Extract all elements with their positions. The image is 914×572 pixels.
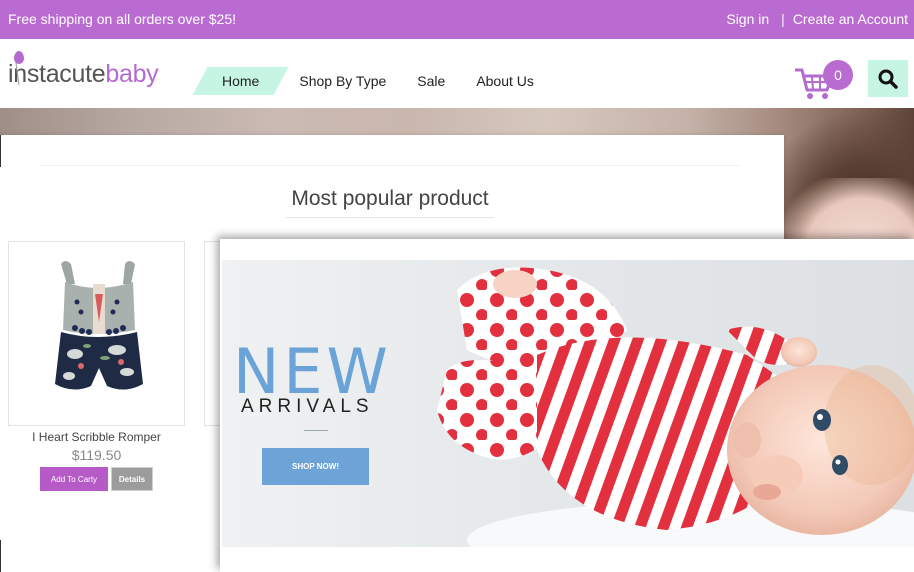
cart-count-badge: 0 — [823, 60, 853, 90]
details-button[interactable]: Details — [111, 467, 153, 491]
sign-in-link[interactable]: Sign in — [726, 11, 769, 27]
section-title: Most popular product — [291, 187, 489, 210]
nav-item-about-us[interactable]: About Us — [476, 73, 534, 89]
product-card[interactable] — [8, 241, 185, 426]
banner-divider — [304, 430, 328, 431]
nav-item-home[interactable]: Home — [200, 67, 281, 95]
new-arrivals-banner[interactable]: NEW ARRIVALS SHOP NOW! — [222, 260, 914, 547]
product-price: $119.50 — [71, 447, 122, 463]
divider — [40, 165, 740, 166]
baby-photo — [437, 267, 914, 547]
logo-text-accent: baby — [105, 59, 159, 88]
nav-item-sale[interactable]: Sale — [417, 73, 445, 89]
panel-edge-line — [0, 135, 1, 167]
create-account-link[interactable]: Create an Account — [793, 11, 908, 27]
link-separator: | — [781, 11, 785, 27]
nav-item-shop-by-type[interactable]: Shop By Type — [299, 73, 386, 89]
account-links: Sign in | Create an Account — [726, 11, 908, 27]
panel-edge-line — [0, 540, 1, 572]
promo-text: Free shipping on all orders over $25! — [8, 11, 237, 27]
title-underline — [286, 217, 494, 218]
logo-text-primary: instacute — [8, 59, 106, 88]
romper-product-image — [55, 261, 143, 390]
new-arrivals-overlay: NEW ARRIVALS SHOP NOW! — [220, 239, 914, 572]
search-icon — [878, 69, 898, 89]
add-to-cart-button[interactable]: Add To Carty — [40, 467, 108, 491]
hero-face-shading — [784, 178, 914, 248]
main-nav: Home Shop By Type Sale About Us — [200, 67, 565, 95]
shop-now-button[interactable]: SHOP NOW! — [262, 448, 369, 485]
product-name[interactable]: I Heart Scribble Romper — [8, 430, 185, 444]
site-header: instacutebaby Home Shop By Type Sale Abo… — [0, 39, 914, 108]
promo-bar: Free shipping on all orders over $25! Si… — [0, 0, 914, 39]
nav-label: Home — [222, 73, 260, 89]
search-button[interactable] — [868, 60, 908, 97]
banner-subheadline: ARRIVALS — [241, 396, 374, 417]
site-logo[interactable]: instacutebaby — [8, 51, 159, 93]
